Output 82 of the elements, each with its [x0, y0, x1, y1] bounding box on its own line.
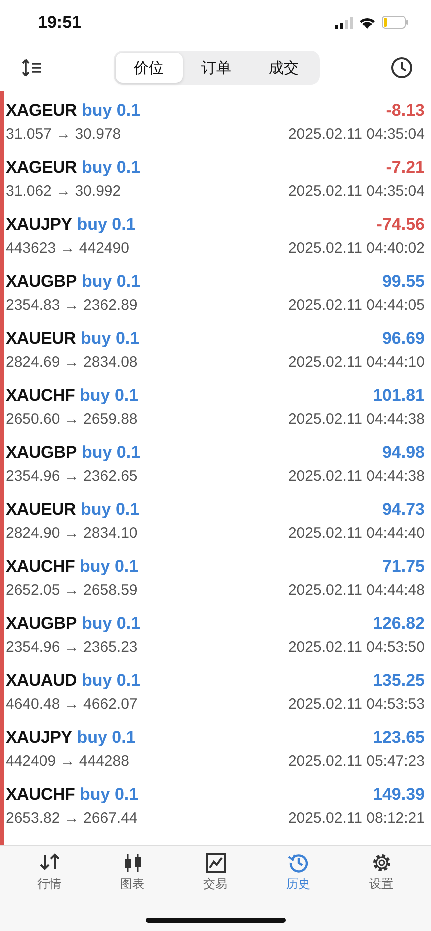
symbol-label: XAGEUR [6, 100, 77, 120]
symbol-label: XAGEUR [6, 158, 77, 176]
profit-value: 94.73 [382, 500, 425, 520]
tab-bar-item[interactable]: 交易 [186, 852, 246, 893]
symbol-label: XAUJPY [6, 214, 72, 234]
deal-time: 2025.02.11 05:47:23 [288, 752, 425, 770]
deal-time: 2025.02.11 04:44:40 [288, 524, 425, 542]
order-side-label: buy 0.1 [82, 158, 141, 176]
segment-tab[interactable]: 成交 [250, 53, 318, 83]
tab-bar-item[interactable]: 图表 [102, 852, 162, 893]
profit-value: -7.21 [386, 158, 425, 178]
price-range: 31.057 → 30.978 [6, 126, 122, 142]
tab-bar-item[interactable]: 设置 [352, 852, 412, 893]
symbol-label: XAUGBP [6, 614, 77, 632]
order-side-label: buy 0.1 [77, 214, 136, 234]
symbol-label: XAUEUR [6, 328, 76, 348]
price-range: 442409 → 444288 [6, 752, 130, 770]
order-side-label: buy 0.1 [80, 784, 139, 804]
symbol-label: XAUJPY [6, 728, 72, 746]
deal-time: 2025.02.11 04:44:38 [288, 410, 425, 428]
status-time: 19:51 [38, 12, 82, 32]
profit-value: 135.25 [373, 670, 425, 690]
price-range: 2354.83 → 2362.89 [6, 296, 138, 314]
signal-icon [335, 16, 353, 28]
symbol-label: XAUCHF [6, 556, 76, 576]
symbol-label: XAUAUD [6, 670, 77, 690]
price-range: 2653.82 → 2667.44 [6, 810, 138, 826]
deal-time: 2025.02.11 08:12:21 [288, 810, 425, 826]
symbol-label: XAUEUR [6, 500, 76, 518]
line-chart-icon [204, 852, 226, 874]
order-side-label: buy 0.1 [80, 386, 139, 404]
history-icon [288, 852, 310, 874]
deal-time: 2025.02.11 04:44:10 [288, 354, 425, 370]
segment-tab[interactable]: 订单 [182, 53, 250, 83]
symbol-label: XAUCHF [6, 784, 76, 804]
tab-bar-item[interactable]: 历史 [268, 852, 328, 893]
price-range: 2824.69 → 2834.08 [6, 354, 138, 370]
deal-time: 2025.02.11 04:35:04 [288, 126, 425, 142]
profit-value: 99.55 [382, 272, 425, 292]
deal-time: 2025.02.11 04:40:02 [288, 240, 425, 256]
order-side-label: buy 0.1 [81, 500, 140, 518]
sort-icon[interactable] [22, 59, 42, 77]
battery-icon [382, 16, 409, 29]
deal-time: 2025.02.11 04:44:38 [288, 468, 425, 484]
symbol-label: XAUGBP [6, 442, 77, 462]
order-side-label: buy 0.1 [82, 442, 141, 462]
price-range: 2354.96 → 2365.23 [6, 638, 138, 656]
wifi-icon [359, 16, 376, 28]
symbol-label: XAUCHF [6, 386, 76, 404]
price-range: 2652.05 → 2658.59 [6, 582, 138, 598]
order-side-label: buy 0.1 [82, 614, 141, 632]
deal-time: 2025.02.11 04:35:04 [288, 182, 425, 200]
price-range: 2650.60 → 2659.88 [6, 410, 138, 428]
order-side-label: buy 0.1 [82, 272, 141, 290]
order-side-label: buy 0.1 [82, 100, 141, 120]
profit-value: -8.13 [386, 100, 425, 120]
segment-tab[interactable]: 价位 [116, 53, 183, 83]
deal-time: 2025.02.11 04:53:53 [288, 696, 425, 712]
price-range: 4640.48 → 4662.07 [6, 696, 138, 712]
order-side-label: buy 0.1 [80, 556, 139, 576]
order-side-label: buy 0.1 [81, 328, 140, 348]
profit-value: 149.39 [373, 784, 425, 804]
order-side-label: buy 0.1 [77, 728, 136, 746]
profit-value: -74.56 [376, 214, 425, 234]
settings-icon [370, 852, 392, 874]
clock-icon[interactable] [391, 57, 413, 79]
deal-time: 2025.02.11 04:53:50 [288, 638, 425, 656]
profit-value: 101.81 [373, 386, 425, 406]
price-range: 443623 → 442490 [6, 240, 130, 256]
profit-value: 71.75 [382, 556, 425, 576]
price-range: 31.062 → 30.992 [6, 182, 122, 200]
profit-value: 94.98 [382, 442, 425, 462]
profit-value: 126.82 [373, 614, 425, 634]
symbol-label: XAUGBP [6, 272, 77, 290]
order-side-label: buy 0.1 [82, 670, 141, 690]
deal-time: 2025.02.11 04:44:05 [288, 296, 425, 314]
price-range: 2824.90 → 2834.10 [6, 524, 138, 542]
price-range: 2354.96 → 2362.65 [6, 468, 138, 484]
profit-value: 123.65 [373, 728, 425, 748]
tab-bar-item[interactable]: 行情 [20, 852, 80, 893]
profit-value: 96.69 [382, 328, 425, 348]
deal-time: 2025.02.11 04:44:48 [288, 582, 425, 598]
